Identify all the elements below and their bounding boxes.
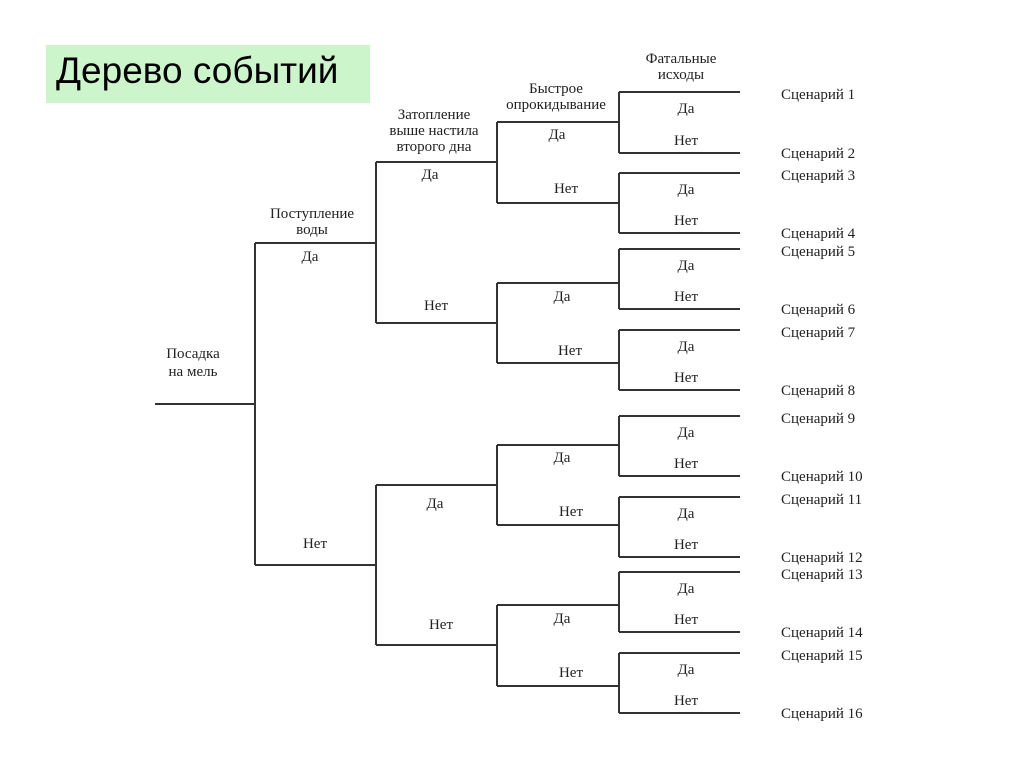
scenario-label: Сценарий 12 [781,550,863,566]
level4-no-label: Нет [674,693,698,709]
level4-no-label: Нет [674,612,698,628]
level4-yes-label: Да [678,581,695,597]
header-fatal-outcomes: Фатальные [646,51,717,67]
scenario-label: Сценарий 1 [781,87,855,103]
level3-no-label: Нет [554,181,578,197]
level4-no-label: Нет [674,456,698,472]
header-water-ingress: Поступление [270,206,354,222]
level4-yes-label: Да [678,662,695,678]
scenario-label: Сценарий 5 [781,244,855,260]
scenario-label: Сценарий 11 [781,492,862,508]
level3-yes-label: Да [549,127,566,143]
header-capsizing: Быстрое [529,81,583,97]
header-initiating-event: на мель [169,364,218,380]
level4-no-label: Нет [674,370,698,386]
level4-no-label: Нет [674,537,698,553]
event-tree-diagram: Посадкана мельПоступлениеводыЗатоплениев… [155,51,863,722]
level4-yes-label: Да [678,182,695,198]
scenario-label: Сценарий 8 [781,383,855,399]
header-flooding: второго дна [397,139,472,155]
scenario-label: Сценарий 4 [781,226,856,242]
scenario-label: Сценарий 16 [781,706,863,722]
level4-no-label: Нет [674,133,698,149]
level2-no-label: Нет [429,617,453,633]
header-flooding: Затопление [398,107,471,123]
level4-yes-label: Да [678,339,695,355]
scenario-label: Сценарий 6 [781,302,856,318]
level4-yes-label: Да [678,258,695,274]
level4-yes-label: Да [678,506,695,522]
level3-yes-label: Да [554,289,571,305]
header-fatal-outcomes: исходы [658,67,704,83]
level4-no-label: Нет [674,289,698,305]
scenario-label: Сценарий 2 [781,146,855,162]
scenario-label: Сценарий 13 [781,567,863,583]
level3-no-label: Нет [558,343,582,359]
header-water-ingress: воды [296,222,328,238]
level4-no-label: Нет [674,213,698,229]
scenario-label: Сценарий 9 [781,411,855,427]
level3-yes-label: Да [554,450,571,466]
level1-yes-label: Да [302,249,319,265]
header-capsizing: опрокидывание [506,97,606,113]
scenario-label: Сценарий 14 [781,625,863,641]
level1-no-label: Нет [303,536,327,552]
scenario-label: Сценарий 7 [781,325,856,341]
level4-yes-label: Да [678,425,695,441]
scenario-label: Сценарий 10 [781,469,863,485]
scenario-label: Сценарий 15 [781,648,863,664]
header-initiating-event: Посадка [166,346,220,362]
level2-yes-label: Да [422,167,439,183]
header-flooding: выше настила [389,123,479,139]
level3-no-label: Нет [559,504,583,520]
level4-yes-label: Да [678,101,695,117]
level3-yes-label: Да [554,611,571,627]
level3-no-label: Нет [559,665,583,681]
level2-yes-label: Да [427,496,444,512]
scenario-label: Сценарий 3 [781,168,855,184]
level2-no-label: Нет [424,298,448,314]
